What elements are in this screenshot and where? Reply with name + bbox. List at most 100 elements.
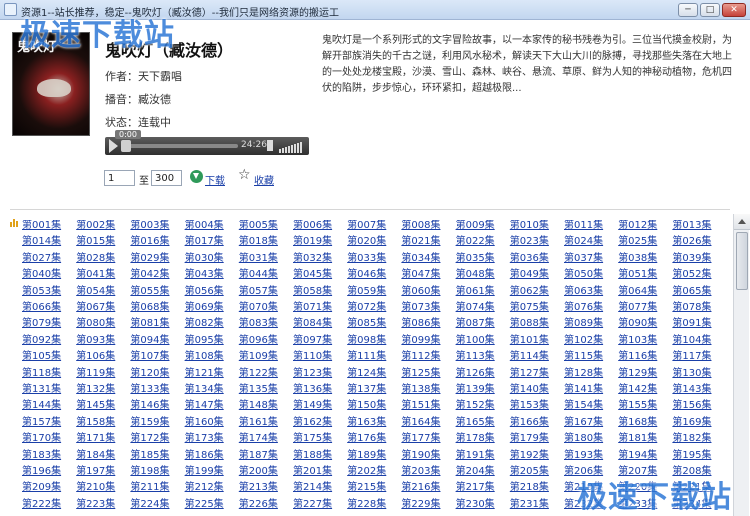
episode-link[interactable]: 第049集 [510,269,549,281]
episode-link[interactable]: 第108集 [185,351,224,363]
episode-link[interactable]: 第034集 [401,253,440,265]
download-icon[interactable] [190,170,203,183]
range-to-input[interactable] [151,170,182,186]
episode-link[interactable]: 第136集 [293,384,332,396]
episode-link[interactable]: 第161集 [239,417,278,429]
episode-link[interactable]: 第035集 [456,253,495,265]
episode-link[interactable]: 第120集 [130,368,169,380]
episode-link[interactable]: 第018集 [239,236,278,248]
episode-link[interactable]: 第192集 [510,450,549,462]
episode-link[interactable]: 第211集 [130,482,169,494]
episode-link[interactable]: 第145集 [76,400,115,412]
episode-link[interactable]: 第009集 [456,220,495,232]
episode-link[interactable]: 第174集 [239,433,278,445]
episode-link[interactable]: 第201集 [293,466,332,478]
episode-link[interactable]: 第180集 [564,433,603,445]
episode-link[interactable]: 第071集 [293,302,332,314]
episode-link[interactable]: 第197集 [76,466,115,478]
episode-link[interactable]: 第141集 [564,384,603,396]
episode-link[interactable]: 第182集 [672,433,711,445]
episode-link[interactable]: 第121集 [185,368,224,380]
episode-link[interactable]: 第089集 [564,318,603,330]
episode-link[interactable]: 第013集 [672,220,711,232]
episode-link[interactable]: 第023集 [510,236,549,248]
episode-link[interactable]: 第032集 [293,253,332,265]
maximize-button[interactable]: □ [700,3,720,17]
episode-link[interactable]: 第075集 [510,302,549,314]
episode-link[interactable]: 第194集 [618,450,657,462]
episode-link[interactable]: 第098集 [347,335,386,347]
episode-link[interactable]: 第025集 [618,236,657,248]
episode-link[interactable]: 第008集 [401,220,440,232]
episode-link[interactable]: 第083集 [239,318,278,330]
episode-link[interactable]: 第210集 [76,482,115,494]
episode-link[interactable]: 第135集 [239,384,278,396]
episode-link[interactable]: 第028集 [76,253,115,265]
episode-link[interactable]: 第051集 [618,269,657,281]
episode-link[interactable]: 第058集 [293,286,332,298]
episode-link[interactable]: 第127集 [510,368,549,380]
episode-link[interactable]: 第159集 [130,417,169,429]
episode-link[interactable]: 第017集 [185,236,224,248]
episode-link[interactable]: 第163集 [347,417,386,429]
episode-link[interactable]: 第039集 [672,253,711,265]
episode-link[interactable]: 第041集 [76,269,115,281]
episode-link[interactable]: 第216集 [401,482,440,494]
episode-link[interactable]: 第191集 [456,450,495,462]
episode-link[interactable]: 第087集 [456,318,495,330]
episode-link[interactable]: 第160集 [185,417,224,429]
episode-link[interactable]: 第067集 [76,302,115,314]
episode-link[interactable]: 第228集 [347,499,386,511]
episode-link[interactable]: 第181集 [618,433,657,445]
episode-link[interactable]: 第139集 [456,384,495,396]
episode-link[interactable]: 第007集 [347,220,386,232]
episode-link[interactable]: 第060集 [401,286,440,298]
episode-link[interactable]: 第199集 [185,466,224,478]
episode-link[interactable]: 第175集 [293,433,332,445]
episode-link[interactable]: 第143集 [672,384,711,396]
episode-link[interactable]: 第195集 [672,450,711,462]
episode-link[interactable]: 第138集 [401,384,440,396]
episode-link[interactable]: 第193集 [564,450,603,462]
episode-link[interactable]: 第170集 [22,433,61,445]
episode-link[interactable]: 第124集 [347,368,386,380]
episode-link[interactable]: 第103集 [618,335,657,347]
episode-link[interactable]: 第169集 [672,417,711,429]
episode-link[interactable]: 第070集 [239,302,278,314]
seek-bar[interactable] [123,144,238,148]
star-icon[interactable]: ☆ [238,168,251,182]
episode-link[interactable]: 第132集 [76,384,115,396]
episode-link[interactable]: 第129集 [618,368,657,380]
episode-link[interactable]: 第097集 [293,335,332,347]
episode-link[interactable]: 第150集 [347,400,386,412]
episode-link[interactable]: 第188集 [293,450,332,462]
range-from-input[interactable] [104,170,135,186]
episode-link[interactable]: 第036集 [510,253,549,265]
episode-link[interactable]: 第064集 [618,286,657,298]
episode-link[interactable]: 第200集 [239,466,278,478]
episode-link[interactable]: 第024集 [564,236,603,248]
episode-link[interactable]: 第113集 [456,351,495,363]
episode-link[interactable]: 第183集 [22,450,61,462]
episode-link[interactable]: 第115集 [564,351,603,363]
episode-link[interactable]: 第109集 [239,351,278,363]
episode-link[interactable]: 第069集 [185,302,224,314]
episode-link[interactable]: 第140集 [510,384,549,396]
volume-icon[interactable] [267,140,275,151]
episode-link[interactable]: 第044集 [239,269,278,281]
episode-link[interactable]: 第196集 [22,466,61,478]
episode-link[interactable]: 第229集 [401,499,440,511]
episode-link[interactable]: 第091集 [672,318,711,330]
episode-link[interactable]: 第020集 [347,236,386,248]
episode-link[interactable]: 第093集 [76,335,115,347]
episode-link[interactable]: 第006集 [293,220,332,232]
episode-link[interactable]: 第177集 [401,433,440,445]
episode-link[interactable]: 第153集 [510,400,549,412]
episode-link[interactable]: 第190集 [401,450,440,462]
episode-link[interactable]: 第037集 [564,253,603,265]
episode-link[interactable]: 第057集 [239,286,278,298]
episode-link[interactable]: 第117集 [672,351,711,363]
episode-link[interactable]: 第033集 [347,253,386,265]
episode-link[interactable]: 第003集 [130,220,169,232]
episode-link[interactable]: 第151集 [401,400,440,412]
